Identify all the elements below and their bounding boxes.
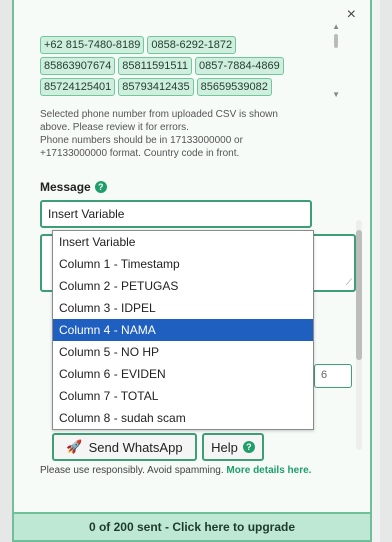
dropdown-option[interactable]: Column 5 - NO HP	[53, 341, 313, 363]
scroll-down-arrow-icon[interactable]: ▼	[332, 90, 340, 99]
rocket-icon: 🚀	[66, 439, 83, 454]
help-button-label: Help	[211, 439, 238, 455]
close-icon[interactable]: ×	[347, 6, 356, 24]
background-page-left	[0, 0, 12, 542]
dropdown-option[interactable]: Column 6 - EVIDEN	[53, 363, 313, 385]
resize-grip-icon[interactable]: ⟋	[346, 277, 352, 288]
note-line: Phone numbers should be in 17133000000 o…	[40, 135, 243, 146]
notice-text: Please use responsibly. Avoid spamming.	[40, 465, 224, 476]
delay-input[interactable]: 6	[314, 364, 352, 388]
phone-chip: 85811591511	[118, 57, 192, 75]
phone-chip: 0857-7884-4869	[194, 57, 284, 75]
phone-row: +62 815-7480-8189 0858-6292-1872	[40, 36, 330, 54]
phone-number-list: +62 815-7480-8189 0858-6292-1872 8586390…	[40, 36, 330, 99]
background-page-right	[380, 0, 392, 542]
phone-chip: 0858-6292-1872	[147, 36, 237, 54]
upgrade-banner-text: 0 of 200 sent - Click here to upgrade	[88, 520, 296, 534]
dropdown-option[interactable]: Column 8 - sudah scam	[53, 407, 313, 429]
help-circle-icon[interactable]: ?	[94, 181, 107, 193]
send-whatsapp-button[interactable]: 🚀 Send WhatsApp	[52, 433, 197, 461]
upgrade-banner[interactable]: 0 of 200 sent - Click here to upgrade	[12, 512, 372, 542]
scroll-up-arrow-icon[interactable]: ▲	[332, 22, 340, 31]
message-label: Message ?	[40, 180, 107, 194]
message-label-text: Message	[40, 180, 91, 194]
note-line: +17133000000 format. Country code in fro…	[40, 148, 240, 159]
note-line: Selected phone number from uploaded CSV …	[40, 109, 278, 120]
more-details-link[interactable]: More details here.	[226, 465, 311, 476]
help-circle-icon: ?	[242, 441, 255, 453]
phone-list-scroll-thumb[interactable]	[334, 34, 338, 48]
help-button[interactable]: Help ?	[202, 433, 264, 461]
phone-chip: 85793412435	[118, 78, 194, 96]
dropdown-option[interactable]: Column 2 - PETUGAS	[53, 275, 313, 297]
variable-dropdown-list: Insert Variable Column 1 - Timestamp Col…	[52, 230, 314, 430]
phone-chip: +62 815-7480-8189	[40, 36, 145, 54]
phone-format-note: Selected phone number from uploaded CSV …	[40, 108, 340, 160]
insert-variable-select[interactable]: Insert Variable	[40, 200, 312, 228]
phone-chip: 85659539082	[196, 78, 272, 96]
phone-chip: 85724125401	[40, 78, 116, 96]
dropdown-option[interactable]: Column 7 - TOTAL	[53, 385, 313, 407]
dropdown-option[interactable]: Column 1 - Timestamp	[53, 253, 313, 275]
send-whatsapp-label: Send WhatsApp	[88, 439, 183, 455]
usage-notice: Please use responsibly. Avoid spamming. …	[40, 464, 340, 477]
phone-row: 85863907674 85811591511 0857-7884-4869	[40, 57, 330, 75]
phone-chip: 85863907674	[40, 57, 116, 75]
panel-scrollbar-thumb[interactable]	[356, 230, 362, 360]
phone-row: 85724125401 85793412435 85659539082	[40, 78, 330, 96]
dropdown-option[interactable]: Insert Variable	[53, 231, 313, 253]
extension-panel: × ▲ ▼ +62 815-7480-8189 0858-6292-1872 8…	[12, 0, 372, 542]
dropdown-option-selected[interactable]: Column 4 - NAMA	[53, 319, 313, 341]
dropdown-option[interactable]: Column 3 - IDPEL	[53, 297, 313, 319]
note-line: above. Please review it for errors.	[40, 122, 189, 133]
